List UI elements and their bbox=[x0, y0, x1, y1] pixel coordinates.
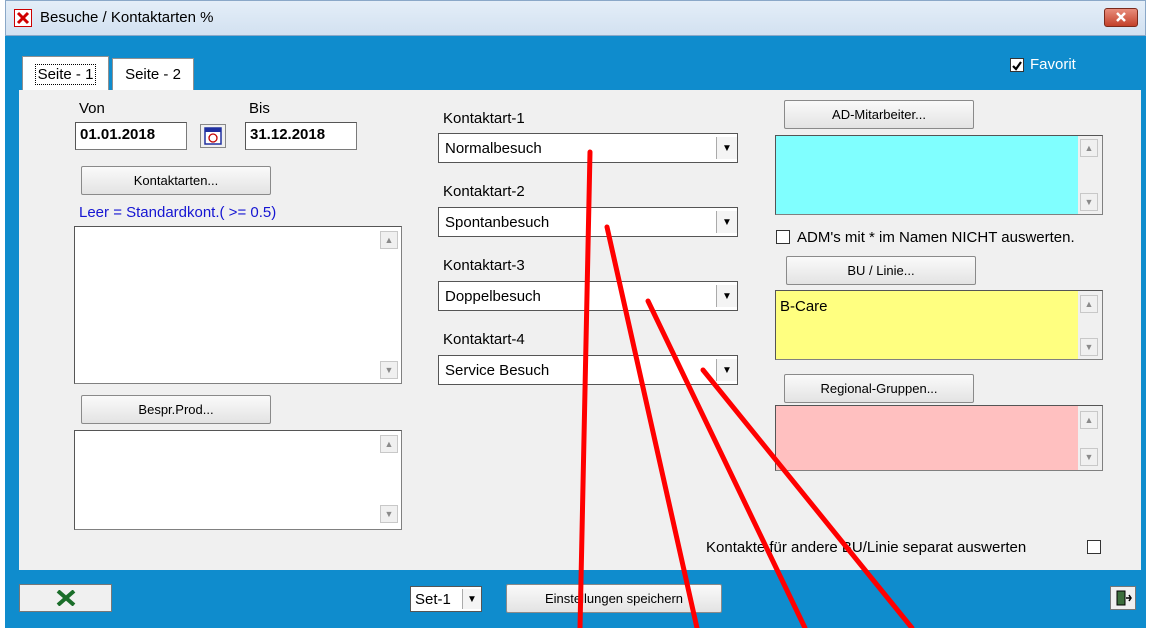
annotation-line-1 bbox=[577, 149, 593, 628]
annotation-line-4 bbox=[700, 367, 915, 628]
annotation-line-2 bbox=[604, 224, 700, 628]
annotation-overlay bbox=[577, 149, 915, 628]
